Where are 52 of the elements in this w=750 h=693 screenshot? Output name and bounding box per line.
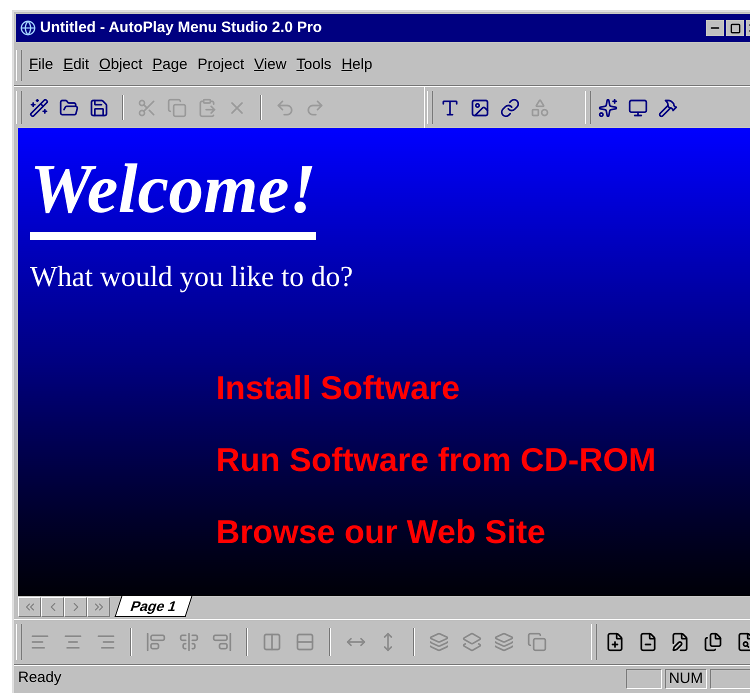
first-page-button[interactable] (18, 597, 41, 617)
last-page-button[interactable] (87, 597, 110, 617)
send-back-icon (462, 632, 482, 652)
status-text: Ready (18, 668, 62, 688)
menu-link[interactable]: Run Software from CD-ROM (216, 438, 750, 482)
menu-item[interactable]: Project (192, 54, 250, 77)
redo-icon (305, 98, 325, 118)
link-object-icon (500, 98, 520, 118)
preview-page-icon (736, 632, 750, 652)
menu-link[interactable]: Install Software (216, 366, 750, 410)
save-icon (89, 98, 109, 118)
copy-icon (167, 98, 187, 118)
cut-icon (137, 98, 157, 118)
bring-front-icon (428, 632, 449, 652)
window-title: Untitled - AutoPlay Menu Studio 2.0 Pro (40, 18, 322, 38)
page-tab[interactable]: Page 1 (114, 596, 193, 617)
page-properties-icon (670, 632, 690, 652)
menu-item[interactable]: Page (147, 54, 192, 77)
subheading: What would you like to do? (30, 260, 354, 295)
minimize-button[interactable] (706, 20, 724, 36)
forward-icon (494, 632, 514, 652)
align-top-icon (146, 632, 166, 652)
center-vertical-icon (294, 632, 315, 652)
open-folder-icon (59, 98, 79, 118)
maximize-icon (730, 22, 740, 34)
menu-item[interactable]: Object (94, 54, 148, 77)
status-pane (626, 668, 662, 688)
build-icon (658, 98, 678, 118)
center-horizontal-icon (262, 632, 282, 652)
new-page-icon (605, 632, 626, 652)
text-object-icon (440, 98, 460, 118)
status-pane (710, 668, 750, 688)
welcome-heading: Welcome! (30, 150, 316, 240)
maximize-button[interactable] (726, 20, 744, 36)
shape-object-icon (530, 98, 550, 118)
menu-item[interactable]: Tools (291, 54, 336, 77)
status-indicator: NUM (664, 668, 707, 688)
previous-page-button[interactable] (41, 597, 64, 617)
menu-link[interactable]: Browse our Web Site (216, 510, 750, 554)
paste-icon (197, 98, 217, 118)
duplicate-page-icon (703, 632, 724, 652)
delete-page-icon (638, 632, 658, 652)
image-object-icon (470, 98, 490, 118)
align-bottom-icon (212, 632, 232, 652)
menu-item[interactable]: Help (336, 54, 378, 77)
next-page-button[interactable] (64, 597, 87, 617)
preview-icon (628, 98, 648, 118)
align-middle-icon (178, 632, 199, 652)
menu-item[interactable]: Edit (58, 54, 94, 77)
menu-item[interactable]: File (24, 54, 58, 77)
undo-icon (275, 98, 295, 118)
menu-item[interactable]: View (249, 54, 292, 77)
